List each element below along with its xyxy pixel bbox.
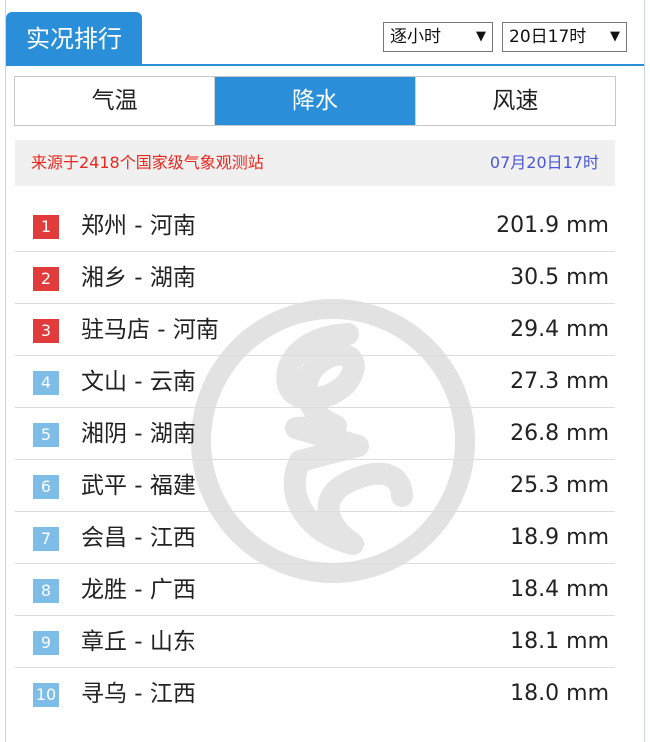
list-item: 1 郑州 - 河南 201.9 mm: [15, 200, 615, 252]
precipitation-value: 29.4 mm: [510, 317, 609, 342]
tab-temperature[interactable]: 气温: [15, 77, 216, 125]
station-name: 武平 - 福建: [81, 473, 196, 499]
list-item: 5 湘阴 - 湖南 26.8 mm: [15, 408, 615, 460]
source-bar: 来源于2418个国家级气象观测站 07月20日17时: [15, 140, 615, 186]
station-name: 会昌 - 江西: [81, 525, 196, 551]
list-item: 2 湘乡 - 湖南 30.5 mm: [15, 252, 615, 304]
station-name: 驻马店 - 河南: [81, 317, 219, 343]
precipitation-value: 18.9 mm: [510, 525, 609, 550]
station-name: 郑州 - 河南: [81, 213, 196, 239]
list-item: 10 寻乌 - 江西 18.0 mm: [15, 668, 615, 720]
station-name: 龙胜 - 广西: [81, 577, 196, 603]
precipitation-value: 25.3 mm: [510, 473, 609, 498]
rank-badge: 9: [33, 631, 59, 655]
station-name: 章丘 - 山东: [81, 629, 196, 655]
chevron-down-icon: ▼: [476, 29, 486, 44]
source-time: 07月20日17时: [489, 153, 599, 172]
rank-badge: 7: [33, 527, 59, 551]
station-name: 湘乡 - 湖南: [81, 265, 196, 291]
list-item: 4 文山 - 云南 27.3 mm: [15, 356, 615, 408]
list-item: 6 武平 - 福建 25.3 mm: [15, 460, 615, 512]
precipitation-value: 18.1 mm: [510, 629, 609, 654]
metric-tabs: 气温 降水 风速: [14, 76, 616, 126]
precipitation-value: 201.9 mm: [496, 213, 609, 238]
rank-badge: 3: [33, 319, 59, 343]
interval-select[interactable]: 逐小时 ▼: [383, 22, 493, 52]
rank-badge: 2: [33, 267, 59, 291]
precipitation-value: 30.5 mm: [510, 265, 609, 290]
precipitation-value: 26.8 mm: [510, 421, 609, 446]
rank-badge: 5: [33, 423, 59, 447]
list-item: 8 龙胜 - 广西 18.4 mm: [15, 564, 615, 616]
rank-badge: 4: [33, 371, 59, 395]
list-item: 3 驻马店 - 河南 29.4 mm: [15, 304, 615, 356]
station-name: 寻乌 - 江西: [81, 681, 196, 707]
time-select-value: 20日17时: [509, 27, 587, 47]
panel-title: 实况排行: [6, 12, 142, 66]
rank-badge: 10: [33, 683, 59, 707]
ranking-list: 1 郑州 - 河南 201.9 mm 2 湘乡 - 湖南 30.5 mm 3 驻…: [15, 200, 615, 720]
tab-precipitation[interactable]: 降水: [215, 77, 416, 125]
precipitation-value: 27.3 mm: [510, 369, 609, 394]
source-text: 来源于2418个国家级气象观测站: [31, 153, 264, 172]
panel-header: 实况排行 逐小时 ▼ 20日17时 ▼: [6, 0, 644, 66]
rank-badge: 8: [33, 579, 59, 603]
precipitation-value: 18.0 mm: [510, 681, 609, 706]
list-item: 9 章丘 - 山东 18.1 mm: [15, 616, 615, 668]
chevron-down-icon: ▼: [610, 29, 620, 44]
rank-badge: 6: [33, 475, 59, 499]
precipitation-value: 18.4 mm: [510, 577, 609, 602]
interval-select-value: 逐小时: [390, 27, 441, 47]
station-name: 湘阴 - 湖南: [81, 421, 196, 447]
station-name: 文山 - 云南: [81, 369, 196, 395]
list-item: 7 会昌 - 江西 18.9 mm: [15, 512, 615, 564]
rank-badge: 1: [33, 215, 59, 239]
time-select[interactable]: 20日17时 ▼: [502, 22, 627, 52]
tab-wind-speed[interactable]: 风速: [416, 77, 615, 125]
